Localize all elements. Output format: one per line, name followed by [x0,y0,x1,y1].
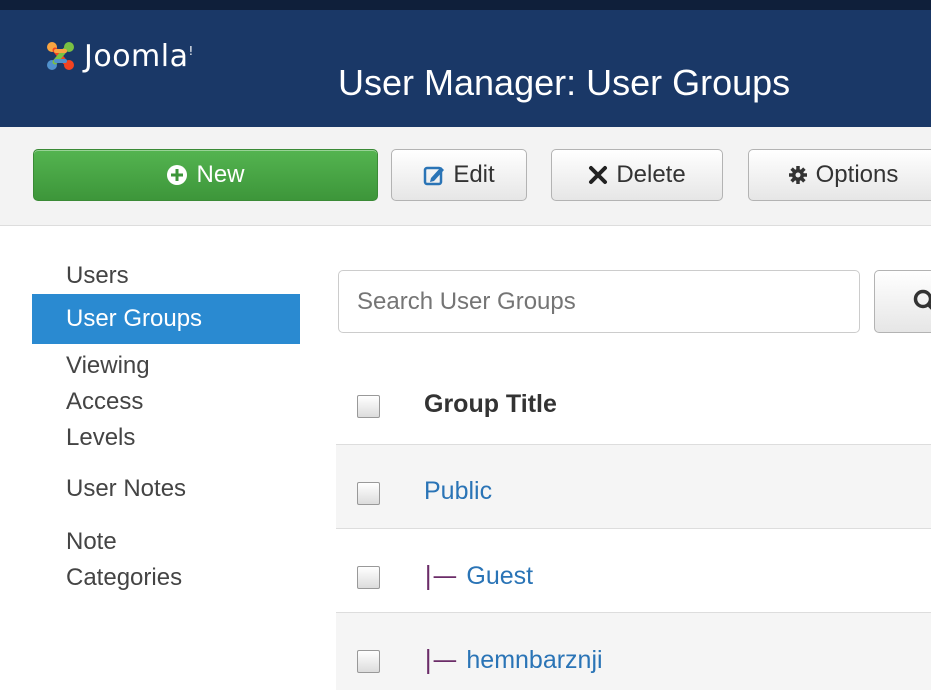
sidebar-item-user-groups[interactable]: User Groups [32,294,300,344]
tree-prefix: |— [424,561,458,590]
row-checkbox[interactable] [357,566,380,589]
table-row: |— Guest [336,528,931,612]
logo-text: Joomla! [84,38,194,74]
plus-circle-icon [166,164,188,186]
page-title: User Manager: User Groups [338,62,791,103]
table-row: |— hemnbarznji [336,612,931,690]
header-bar: Joomla! User Manager: User Groups [0,0,931,127]
joomla-logo-icon [47,42,74,70]
search-button[interactable] [874,270,931,333]
sidebar-item-note-categories[interactable]: Note Categories [32,524,202,596]
select-all-checkbox[interactable] [357,395,380,418]
tree-prefix: |— [424,645,458,674]
table-row: Public [336,444,931,528]
close-icon [588,165,608,185]
sidebar-item-users[interactable]: Users [32,258,300,294]
group-title-link[interactable]: Public [424,477,492,505]
row-checkbox[interactable] [357,482,380,505]
delete-button-label: Delete [616,161,686,188]
edit-button-label: Edit [453,161,495,188]
search-input[interactable] [338,270,860,333]
row-checkbox[interactable] [357,650,380,673]
search-icon [913,289,931,310]
edit-button[interactable]: Edit [391,149,527,201]
joomla-logo[interactable]: Joomla! [42,36,194,76]
new-button-label: New [196,161,245,188]
new-button[interactable]: New [33,149,378,201]
group-title-link[interactable]: hemnbarznji [466,646,602,674]
user-groups-table: Group Title Public |— Guest |— hemnbarzn… [336,362,931,690]
sidebar-item-user-notes[interactable]: User Notes [32,471,300,507]
table-header-row: Group Title [336,362,931,444]
group-title-link[interactable]: Guest [466,562,533,590]
edit-icon [423,164,445,186]
options-button-label: Options [815,161,899,188]
sidebar-nav: Users User Groups Viewing Access Levels … [32,258,300,596]
sidebar-item-viewing-access-levels[interactable]: Viewing Access Levels [32,348,202,456]
gear-icon [788,165,808,185]
delete-button[interactable]: Delete [551,149,723,201]
toolbar: New Edit Delete Options [0,127,931,226]
options-button[interactable]: Options [748,149,931,201]
column-header-group-title[interactable]: Group Title [424,390,557,419]
